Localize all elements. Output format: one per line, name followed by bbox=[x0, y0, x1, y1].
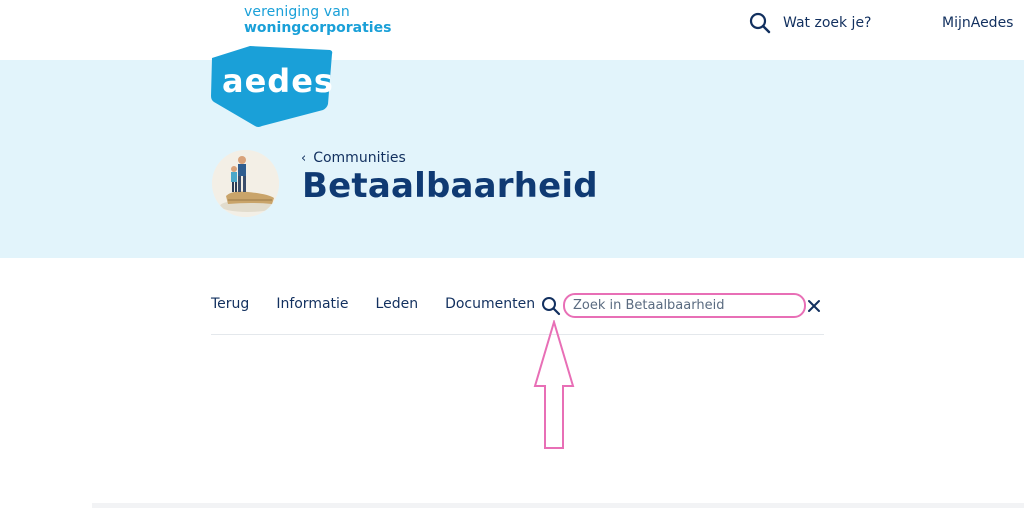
tab-documenten[interactable]: Documenten bbox=[445, 296, 535, 312]
tabs-divider bbox=[211, 334, 824, 335]
community-hero bbox=[0, 60, 1024, 258]
community-tabs: Terug Informatie Leden Documenten bbox=[211, 296, 562, 312]
global-search-label: Wat zoek je? bbox=[783, 15, 872, 31]
tab-leden[interactable]: Leden bbox=[376, 296, 419, 312]
back-link-label: Communities bbox=[313, 150, 406, 166]
close-icon[interactable] bbox=[807, 298, 821, 317]
top-bar: vereniging van woningcorporaties Wat zoe… bbox=[0, 0, 1024, 60]
mijnaedes-link[interactable]: MijnAedes bbox=[942, 15, 1013, 31]
community-search-input[interactable] bbox=[563, 293, 806, 318]
tab-terug[interactable]: Terug bbox=[211, 296, 249, 312]
annotation-arrow-up bbox=[533, 320, 575, 449]
search-icon bbox=[749, 12, 771, 34]
aedes-logo-text: aedes bbox=[222, 62, 334, 100]
chevron-left-icon: ‹ bbox=[301, 150, 307, 166]
org-tagline-line2: woningcorporaties bbox=[244, 20, 392, 36]
tab-informatie[interactable]: Informatie bbox=[276, 296, 348, 312]
footer-strip bbox=[92, 503, 1024, 508]
org-tagline-line1: vereniging van bbox=[244, 4, 350, 20]
page-title: Betaalbaarheid bbox=[302, 166, 598, 206]
search-icon[interactable] bbox=[541, 296, 561, 320]
back-to-communities-link[interactable]: ‹ Communities bbox=[301, 150, 406, 166]
community-avatar bbox=[212, 150, 279, 217]
global-search-button[interactable]: Wat zoek je? bbox=[749, 12, 871, 34]
